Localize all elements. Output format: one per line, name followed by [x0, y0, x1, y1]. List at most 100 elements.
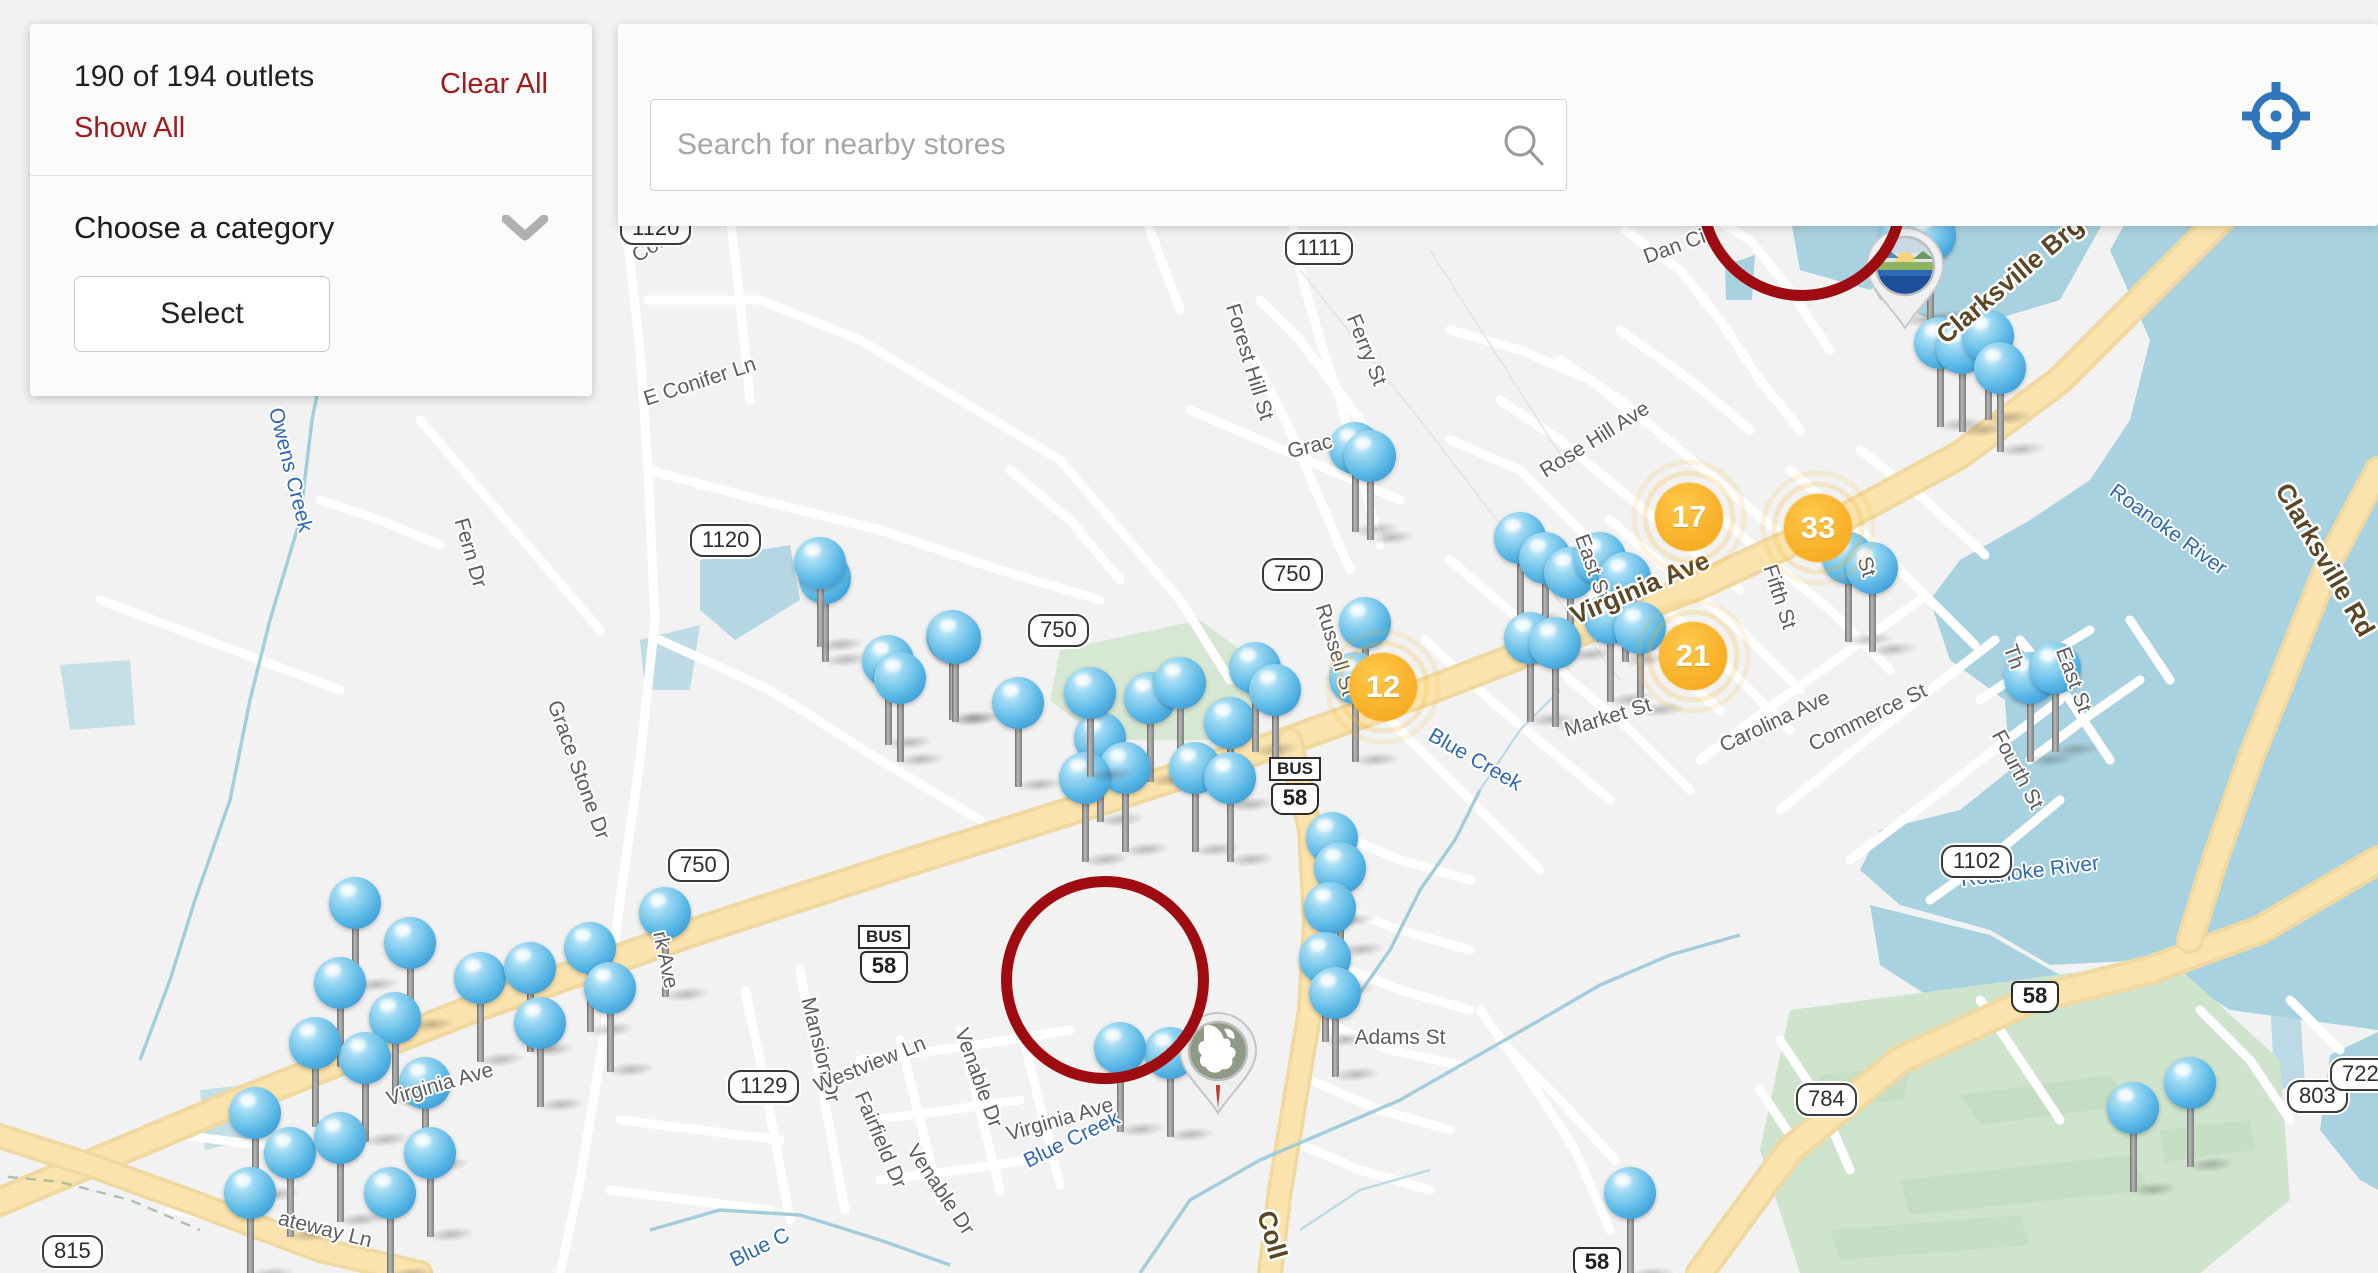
pin-head	[1529, 617, 1581, 669]
store-locator-app: ConiferE Conifer LnOwens CreekFern DrGra…	[0, 0, 2378, 1273]
pin-head	[504, 942, 556, 994]
search-icon[interactable]	[1482, 122, 1566, 168]
route-shield: 750	[668, 849, 729, 882]
route-shield: 815	[42, 1235, 103, 1268]
pin-stick	[1332, 1015, 1339, 1077]
pin-head	[399, 1057, 451, 1109]
pin-stick	[287, 1175, 294, 1237]
us-route-shield: 58	[2008, 981, 2062, 1013]
cluster-count[interactable]: 12	[1349, 653, 1417, 721]
pin-stick	[662, 935, 669, 997]
select-button[interactable]: Select	[74, 276, 330, 352]
pin-stick	[1607, 640, 1614, 702]
search-bar	[618, 24, 2378, 226]
category-label: Choose a category	[74, 210, 335, 245]
route-number: 58	[859, 950, 909, 983]
route-number: 58	[2010, 981, 2060, 1013]
filter-panel: 190 of 194 outlets Show All Clear All Ch…	[30, 24, 592, 396]
route-shield: 750	[1028, 614, 1089, 647]
pin-stick	[2187, 1105, 2194, 1167]
route-number: 58	[1270, 782, 1320, 815]
pin-head	[404, 1127, 456, 1179]
cluster-count[interactable]: 33	[1784, 494, 1852, 562]
pin-stick	[1227, 800, 1234, 862]
pin-head	[264, 1127, 316, 1179]
pin-head	[1064, 667, 1116, 719]
pin-stick	[1015, 725, 1022, 787]
pin-stick	[897, 700, 904, 762]
pin-head	[384, 917, 436, 969]
route-shield: 1129	[728, 1070, 800, 1103]
pin-head	[874, 652, 926, 704]
pin-head	[364, 1167, 416, 1219]
pin-stick	[312, 1065, 319, 1127]
locate-me-button[interactable]	[2236, 76, 2316, 156]
pin-head	[639, 887, 691, 939]
pin-stick	[2052, 690, 2059, 752]
pin-head	[1249, 664, 1301, 716]
pin-head	[794, 537, 846, 589]
pin-stick	[477, 1000, 484, 1062]
route-shield: 1120	[690, 524, 762, 557]
route-shield: 1111	[1285, 232, 1354, 265]
pin-stick	[1087, 715, 1094, 777]
us-route-shield: BUS 58	[1268, 757, 1322, 815]
pin-head	[584, 962, 636, 1014]
cluster-count[interactable]: 17	[1655, 483, 1723, 551]
route-shield: 750	[1262, 558, 1323, 591]
filter-panel-summary: 190 of 194 outlets Show All Clear All	[30, 24, 592, 175]
pin-stick	[817, 585, 824, 647]
pin-stick	[952, 660, 959, 722]
pin-stick	[2027, 700, 2034, 762]
pin-stick	[427, 1175, 434, 1237]
us-route-shield: BUS 58	[857, 925, 911, 983]
chevron-down-icon[interactable]	[502, 215, 548, 241]
route-number: 58	[1572, 1247, 1622, 1273]
pin-stick	[2130, 1130, 2137, 1192]
pin-head	[2029, 642, 2081, 694]
pin-stick	[1117, 1070, 1124, 1132]
pin-head	[289, 1017, 341, 1069]
pin-head	[1304, 882, 1356, 934]
pin-stick	[1122, 790, 1129, 852]
pin-stick	[1192, 790, 1199, 852]
pin-stick	[247, 1215, 254, 1273]
pin-stick	[537, 1045, 544, 1107]
teardrop-shape	[1178, 1011, 1258, 1115]
pin-stick	[1367, 478, 1374, 540]
teardrop-shape	[1865, 226, 1945, 330]
route-shield: 1102	[1941, 845, 2013, 878]
pin-head	[1309, 967, 1361, 1019]
pin-head	[314, 1112, 366, 1164]
bus-banner: BUS	[858, 925, 910, 949]
search-field-wrapper[interactable]	[650, 99, 1567, 191]
pin-head	[314, 957, 366, 1009]
pin-stick	[1082, 800, 1089, 862]
pin-stick	[387, 1215, 394, 1273]
pin-head	[454, 952, 506, 1004]
category-row[interactable]: Choose a category	[74, 210, 548, 246]
chevron-glyph	[502, 215, 548, 241]
pin-head	[514, 997, 566, 1049]
pin-stick	[1997, 390, 2004, 452]
pin-stick	[1527, 660, 1534, 722]
pin-stick	[607, 1010, 614, 1072]
pin-head	[1604, 1167, 1656, 1219]
pin-head	[1974, 342, 2026, 394]
show-all-link[interactable]: Show All	[74, 112, 185, 145]
pin-stick	[1627, 1215, 1634, 1273]
pin-head	[1204, 752, 1256, 804]
route-shield: 722	[2330, 1058, 2378, 1091]
magnifier-glyph	[1504, 125, 1544, 166]
cluster-count[interactable]: 21	[1659, 622, 1727, 690]
pin-stick	[1552, 665, 1559, 727]
pin-head	[929, 612, 981, 664]
pin-head	[2107, 1082, 2159, 1134]
clear-all-link[interactable]: Clear All	[440, 68, 548, 101]
pin-head	[339, 1032, 391, 1084]
pin-head	[224, 1167, 276, 1219]
bus-banner: BUS	[1269, 757, 1321, 781]
pin-head	[1154, 657, 1206, 709]
search-input[interactable]	[651, 128, 1482, 162]
us-route-shield: 58	[1570, 1247, 1624, 1273]
